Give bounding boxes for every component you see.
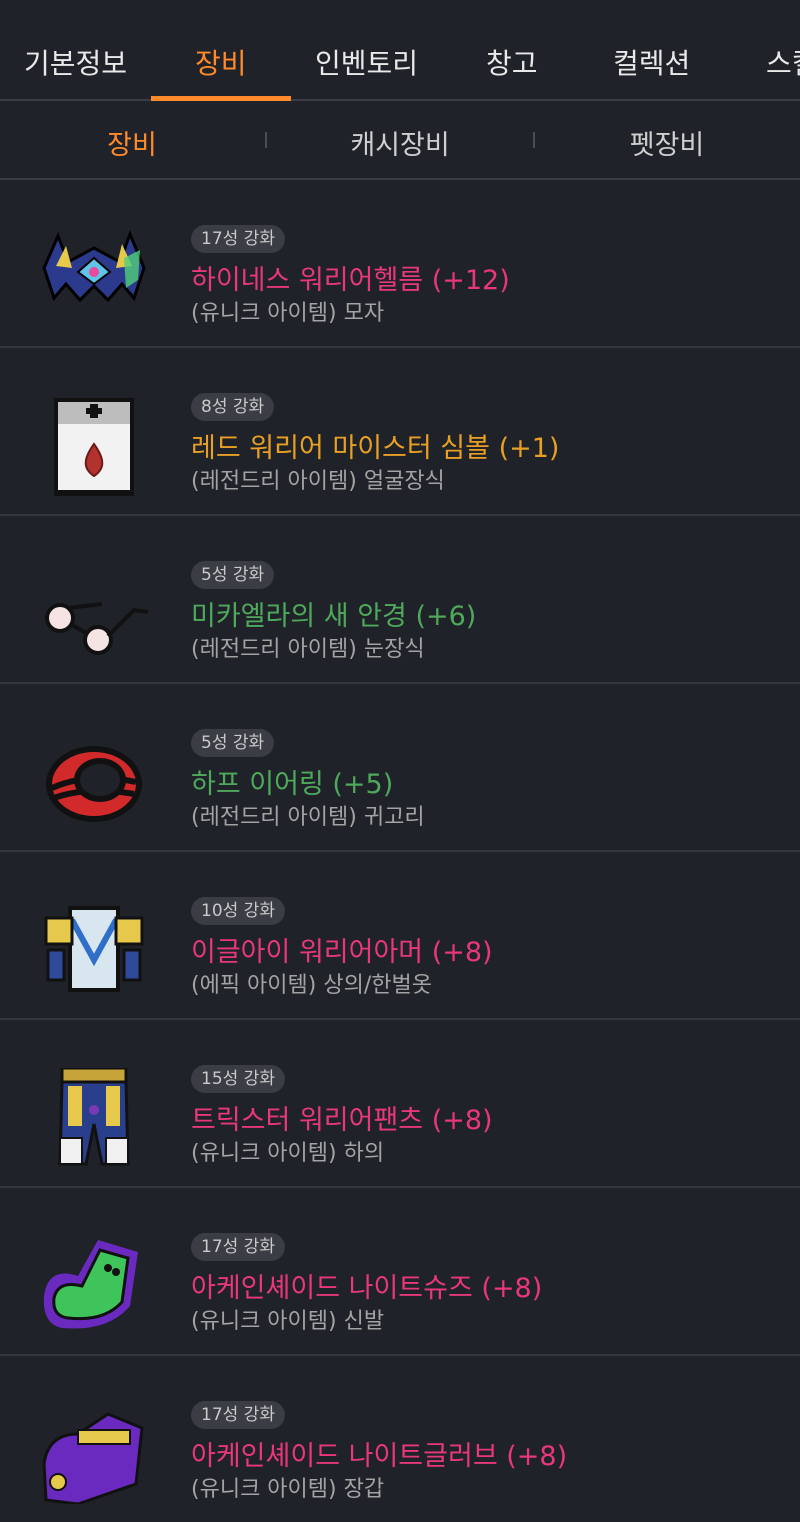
earring-icon xyxy=(38,732,150,832)
item-name: 미카엘라의 새 안경 (+6) xyxy=(191,601,477,632)
list-item[interactable]: 8성 강화 레드 워리어 마이스터 심볼 (+1) (레전드리 아이템) 얼굴장… xyxy=(0,348,800,516)
shoes-icon xyxy=(38,1236,150,1336)
glove-icon xyxy=(38,1404,150,1506)
list-item[interactable]: 17성 강화 아케인셰이드 나이트슈즈 (+8) (유니크 아이템) 신발 xyxy=(0,1188,800,1356)
star-force-badge: 10성 강화 xyxy=(191,897,285,925)
item-type: (레전드리 아이템) 눈장식 xyxy=(191,637,425,662)
star-force-badge: 15성 강화 xyxy=(191,1065,285,1093)
item-name: 하프 이어링 (+5) xyxy=(191,769,394,800)
list-item[interactable]: 17성 강화 하이네스 워리어헬름 (+12) (유니크 아이템) 모자 xyxy=(0,180,800,348)
item-type: (유니크 아이템) 장갑 xyxy=(191,1477,385,1502)
tab-basic-info[interactable]: 기본정보 xyxy=(24,42,127,82)
tab-inventory[interactable]: 인벤토리 xyxy=(315,42,418,82)
star-force-badge: 17성 강화 xyxy=(191,1401,285,1429)
top-tab-bar: 기본정보 장비 인벤토리 창고 컬렉션 스킬 xyxy=(0,0,800,101)
tab-equipment[interactable]: 장비 xyxy=(195,42,247,82)
item-name: 레드 워리어 마이스터 심볼 (+1) xyxy=(191,433,560,464)
symbol-card-icon xyxy=(38,396,150,497)
star-force-badge: 5성 강화 xyxy=(191,729,275,757)
item-name: 하이네스 워리어헬름 (+12) xyxy=(191,265,510,296)
subtab-divider xyxy=(533,132,535,148)
star-force-badge: 5성 강화 xyxy=(191,561,275,589)
list-item[interactable]: 15성 강화 트릭스터 워리어팬츠 (+8) (유니크 아이템) 하의 xyxy=(0,1020,800,1188)
subtab-divider xyxy=(265,132,267,148)
list-item[interactable]: 5성 강화 하프 이어링 (+5) (레전드리 아이템) 귀고리 xyxy=(0,684,800,852)
subtab-cash-equipment[interactable]: 캐시장비 xyxy=(300,123,500,162)
item-name: 트릭스터 워리어팬츠 (+8) xyxy=(191,1105,493,1136)
pants-icon xyxy=(38,1066,150,1168)
list-item[interactable]: 10성 강화 이글아이 워리어아머 (+8) (에픽 아이템) 상의/한벌옷 xyxy=(0,852,800,1020)
tab-storage[interactable]: 창고 xyxy=(486,42,538,82)
item-name: 아케인셰이드 나이트슈즈 (+8) xyxy=(191,1273,543,1304)
list-item[interactable]: 17성 강화 아케인셰이드 나이트글러브 (+8) (유니크 아이템) 장갑 xyxy=(0,1356,800,1522)
tab-skill[interactable]: 스킬 xyxy=(766,42,800,82)
star-force-badge: 17성 강화 xyxy=(191,1233,285,1261)
armor-icon xyxy=(38,900,150,1000)
subtab-equipment[interactable]: 장비 xyxy=(32,123,232,162)
list-item[interactable]: 5성 강화 미카엘라의 새 안경 (+6) (레전드리 아이템) 눈장식 xyxy=(0,516,800,684)
item-type: (유니크 아이템) 모자 xyxy=(191,301,385,326)
item-type: (에픽 아이템) 상의/한벌옷 xyxy=(191,973,432,998)
item-type: (레전드리 아이템) 귀고리 xyxy=(191,805,425,830)
item-type: (유니크 아이템) 신발 xyxy=(191,1309,385,1334)
item-name: 이글아이 워리어아머 (+8) xyxy=(191,937,493,968)
equipment-list: 17성 강화 하이네스 워리어헬름 (+12) (유니크 아이템) 모자 8성 … xyxy=(0,180,800,1522)
tab-collection[interactable]: 컬렉션 xyxy=(613,42,690,82)
item-type: (유니크 아이템) 하의 xyxy=(191,1141,385,1166)
helmet-icon xyxy=(38,228,150,328)
star-force-badge: 8성 강화 xyxy=(191,393,275,421)
sub-tab-bar: 장비 캐시장비 펫장비 xyxy=(0,101,800,180)
subtab-pet-equipment[interactable]: 펫장비 xyxy=(567,123,767,162)
glasses-icon xyxy=(38,564,150,664)
item-type: (레전드리 아이템) 얼굴장식 xyxy=(191,469,445,494)
item-name: 아케인셰이드 나이트글러브 (+8) xyxy=(191,1441,568,1472)
star-force-badge: 17성 강화 xyxy=(191,225,285,253)
